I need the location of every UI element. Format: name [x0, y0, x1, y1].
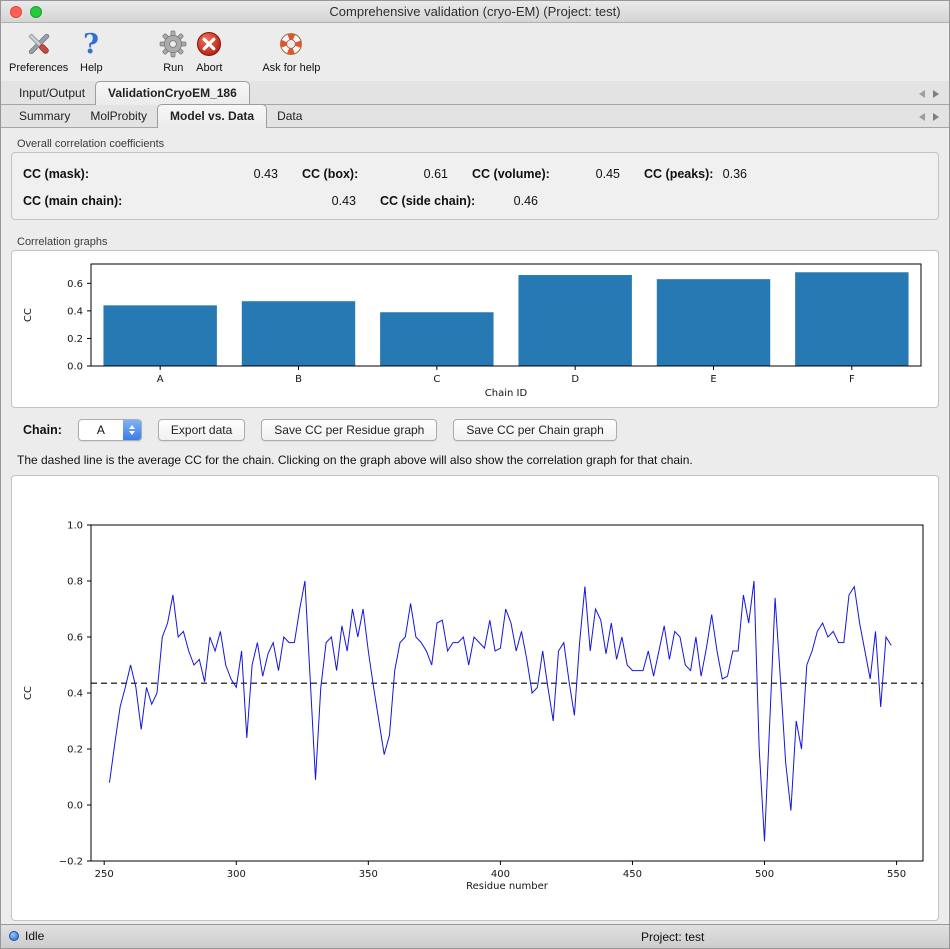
- svg-text:250: 250: [95, 869, 114, 880]
- primary-tab-bar: Input/Output ValidationCryoEM_186: [1, 81, 949, 105]
- save-cc-per-chain-button[interactable]: Save CC per Chain graph: [453, 419, 616, 441]
- preferences-tools-icon: [24, 27, 54, 61]
- svg-text:0.6: 0.6: [67, 279, 83, 290]
- svg-text:450: 450: [623, 869, 642, 880]
- cc-volume-label: CC (volume):: [448, 167, 558, 181]
- cc-mask-label: CC (mask):: [23, 167, 168, 181]
- cc-per-chain-chart-panel[interactable]: A B C D E F 0.0 0.2 0.4 0.6 Chain ID CC: [11, 250, 939, 408]
- svg-text:0.8: 0.8: [67, 577, 83, 588]
- tab-molprobity[interactable]: MolProbity: [80, 105, 157, 127]
- svg-text:300: 300: [227, 869, 246, 880]
- status-indicator-icon: [9, 931, 19, 941]
- abort-icon: [194, 27, 224, 61]
- svg-text:−0.2: −0.2: [59, 857, 83, 868]
- export-data-button[interactable]: Export data: [158, 419, 245, 441]
- chain-label: Chain:: [23, 423, 62, 437]
- svg-text:500: 500: [755, 869, 774, 880]
- abort-label: Abort: [196, 62, 222, 74]
- primary-tab-scroll: [919, 90, 949, 104]
- help-question-icon: ?: [76, 27, 106, 61]
- overall-cc-section-title: Overall correlation coefficients: [17, 138, 939, 150]
- svg-text:0.6: 0.6: [67, 633, 83, 644]
- chain-controls: Chain: A Export data Save CC per Residue…: [23, 418, 939, 442]
- run-button[interactable]: Run: [158, 27, 188, 74]
- svg-text:F: F: [849, 374, 855, 385]
- svg-text:A: A: [157, 374, 164, 385]
- chain-select-stepper-icon: [123, 420, 141, 440]
- preferences-label: Preferences: [9, 62, 68, 74]
- cc-side-chain-label: CC (side chain):: [356, 194, 486, 208]
- cc-per-residue-line-chart: 250 300 350 400 450 500 550 −0.2 0.0 0.2 0.4 0.6 0.8…: [15, 479, 939, 917]
- titlebar: Comprehensive validation (cryo-EM) (Proj…: [1, 1, 949, 23]
- svg-text:Residue number: Residue number: [466, 881, 549, 892]
- tab-input-output[interactable]: Input/Output: [9, 82, 95, 104]
- tab-data[interactable]: Data: [267, 105, 312, 127]
- status-text: Idle: [25, 929, 44, 943]
- overall-cc-panel: CC (mask): 0.43 CC (box): 0.61 CC (volum…: [11, 152, 939, 220]
- tab-model-vs-data[interactable]: Model vs. Data: [157, 104, 267, 128]
- svg-text:400: 400: [491, 869, 510, 880]
- cc-box-value: 0.61: [373, 167, 448, 181]
- correlation-graphs-section-title: Correlation graphs: [17, 236, 939, 248]
- ask-for-help-button[interactable]: Ask for help: [262, 27, 320, 74]
- tab-validationcryoem-186[interactable]: ValidationCryoEM_186: [95, 81, 250, 105]
- cc-peaks-value: 0.36: [715, 167, 747, 181]
- tab-scroll-right-icon[interactable]: [933, 90, 939, 98]
- svg-text:550: 550: [887, 869, 906, 880]
- chain-select[interactable]: A: [78, 419, 142, 441]
- svg-text:1.0: 1.0: [67, 521, 83, 532]
- save-cc-per-residue-button[interactable]: Save CC per Residue graph: [261, 419, 437, 441]
- svg-text:0.0: 0.0: [67, 801, 83, 812]
- app-window: Comprehensive validation (cryo-EM) (Proj…: [0, 0, 950, 949]
- svg-text:0.2: 0.2: [67, 334, 83, 345]
- cc-main-chain-value: 0.43: [213, 194, 356, 208]
- abort-button[interactable]: Abort: [194, 27, 224, 74]
- cc-peaks-label: CC (peaks):: [620, 167, 715, 181]
- help-button[interactable]: ? Help: [76, 27, 106, 74]
- status-project: Project: test: [641, 930, 704, 944]
- cc-box-label: CC (box):: [278, 167, 373, 181]
- preferences-button[interactable]: Preferences: [9, 27, 68, 74]
- tab-scroll-left-icon[interactable]: [919, 90, 925, 98]
- run-label: Run: [163, 62, 183, 74]
- svg-text:CC: CC: [23, 308, 34, 322]
- run-gear-icon: [158, 27, 188, 61]
- svg-text:C: C: [433, 374, 440, 385]
- svg-text:0.4: 0.4: [67, 306, 83, 317]
- ask-for-help-label: Ask for help: [262, 62, 320, 74]
- svg-text:0.2: 0.2: [67, 745, 83, 756]
- subtab-scroll-left-icon[interactable]: [919, 113, 925, 121]
- dashed-line-hint: The dashed line is the average CC for th…: [17, 453, 939, 467]
- svg-text:0.4: 0.4: [67, 689, 83, 700]
- svg-text:350: 350: [359, 869, 378, 880]
- svg-text:B: B: [295, 374, 302, 385]
- chain-select-value: A: [79, 420, 123, 440]
- svg-text:?: ?: [83, 29, 99, 59]
- subtab-scroll-right-icon[interactable]: [933, 113, 939, 121]
- lifebuoy-icon: [276, 27, 306, 61]
- cc-mask-value: 0.43: [168, 167, 278, 181]
- content-area: Overall correlation coefficients CC (mas…: [1, 128, 949, 924]
- window-title: Comprehensive validation (cryo-EM) (Proj…: [1, 4, 949, 19]
- status-bar: Idle Project: test: [1, 924, 949, 948]
- svg-text:D: D: [571, 374, 579, 385]
- cc-per-residue-chart-panel: 250 300 350 400 450 500 550 −0.2 0.0 0.2 0.4 0.6 0.8…: [11, 475, 939, 921]
- cc-volume-value: 0.45: [558, 167, 620, 181]
- cc-per-chain-bar-chart[interactable]: A B C D E F 0.0 0.2 0.4 0.6 Chain ID CC: [15, 254, 935, 404]
- secondary-tab-scroll: [919, 113, 949, 127]
- svg-text:CC: CC: [23, 686, 34, 700]
- cc-side-chain-value: 0.46: [486, 194, 538, 208]
- tab-summary[interactable]: Summary: [9, 105, 80, 127]
- cc-main-chain-label: CC (main chain):: [23, 194, 213, 208]
- secondary-tab-bar: Summary MolProbity Model vs. Data Data: [1, 105, 949, 128]
- svg-text:0.0: 0.0: [67, 362, 83, 373]
- svg-text:Chain ID: Chain ID: [485, 388, 528, 399]
- svg-text:E: E: [710, 374, 716, 385]
- toolbar: Preferences ? Help: [1, 23, 949, 81]
- help-label: Help: [80, 62, 103, 74]
